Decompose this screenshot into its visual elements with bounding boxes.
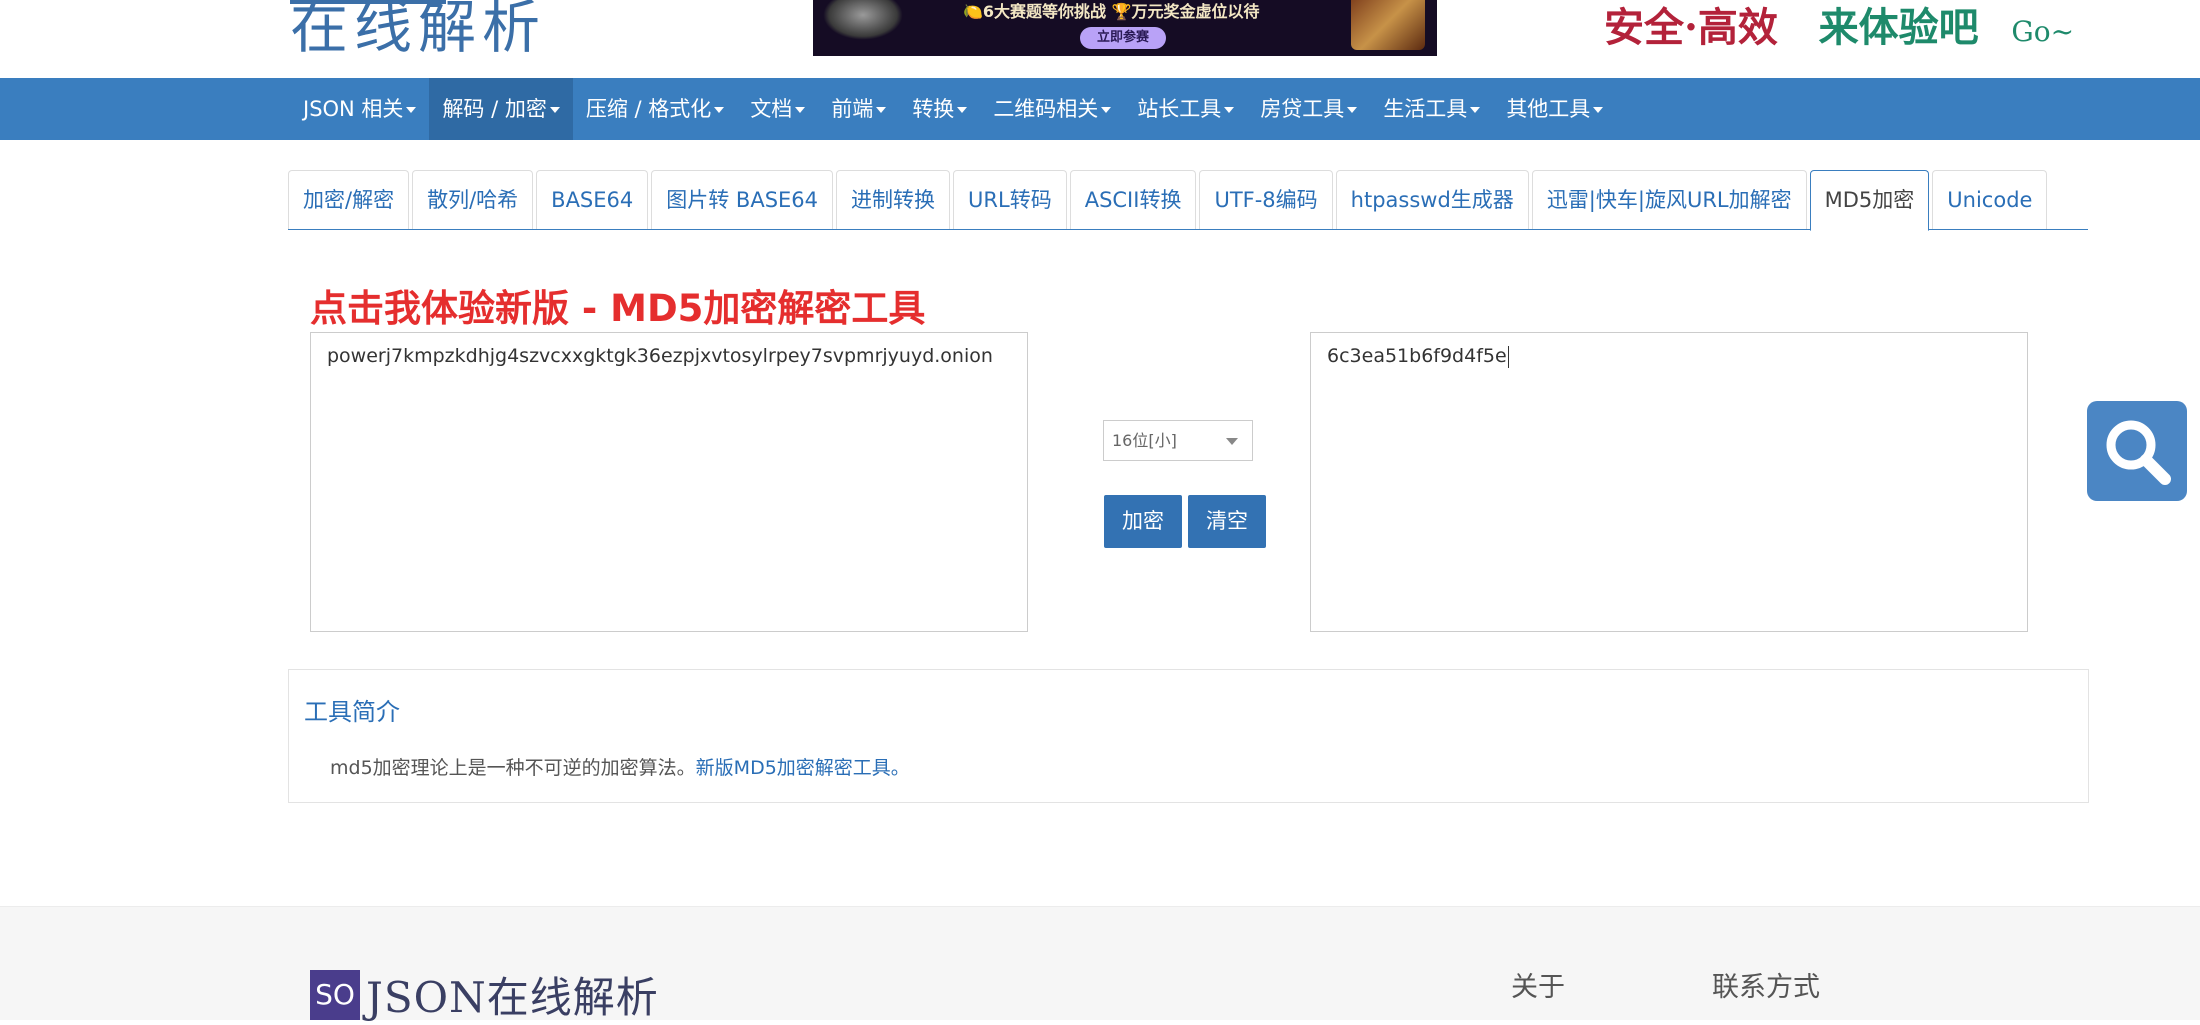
search-icon xyxy=(2106,420,2171,485)
nav-item-qrcode[interactable]: 二维码相关 xyxy=(980,78,1124,140)
input-textarea[interactable]: powerj7kmpzkdhjg4szvcxxgktgk36ezpjxvtosy… xyxy=(310,332,1028,632)
intro-title: 工具简介 xyxy=(304,698,400,726)
caret-down-icon xyxy=(549,107,560,113)
input-value: powerj7kmpzkdhjg4szvcxxgktgk36ezpjxvtosy… xyxy=(327,345,993,367)
tab-htpasswd[interactable]: htpasswd生成器 xyxy=(1335,170,1529,229)
nav-item-life[interactable]: 生活工具 xyxy=(1370,78,1493,140)
nav-item-frontend[interactable]: 前端 xyxy=(818,78,899,140)
nav-item-label: 二维码相关 xyxy=(993,97,1099,121)
nav-item-label: 其他工具 xyxy=(1506,97,1591,121)
footer-contact-heading: 联系方式 xyxy=(1712,972,1820,1003)
caret-down-icon xyxy=(876,107,887,113)
nav-item-label: 站长工具 xyxy=(1137,97,1222,121)
output-value-wrap: 6c3ea51b6f9d4f5e xyxy=(1327,345,1509,368)
tab-url-encode[interactable]: URL转码 xyxy=(953,170,1067,229)
caret-down-icon xyxy=(1470,107,1481,113)
banner-decoration-right xyxy=(1351,0,1425,50)
bit-length-select[interactable]: 16位[小] xyxy=(1103,420,1253,461)
nav-item-label: 房贷工具 xyxy=(1260,97,1345,121)
caret-down-icon xyxy=(714,107,725,113)
tool-tabs: 加密/解密 散列/哈希 BASE64 图片转 BASE64 进制转换 URL转码… xyxy=(288,170,2050,231)
tab-encrypt-decrypt[interactable]: 加密/解密 xyxy=(288,170,410,229)
site-logo[interactable]: 在线解析 xyxy=(290,0,546,60)
caret-down-icon xyxy=(1593,107,1604,113)
footer-logo-name: JSON在线解析 xyxy=(366,973,659,1022)
output-textarea[interactable]: 6c3ea51b6f9d4f5e xyxy=(1310,332,2028,632)
encrypt-button[interactable]: 加密 xyxy=(1104,495,1182,548)
new-version-promo-link[interactable]: 点击我体验新版 - MD5加密解密工具 xyxy=(310,278,925,332)
main-nav: JSON 相关 解码 / 加密 压缩 / 格式化 文档 前端 转换 二维码相关 … xyxy=(290,78,1616,140)
slogan-part-3: Go~ xyxy=(2011,15,2075,48)
nav-item-other[interactable]: 其他工具 xyxy=(1493,78,1616,140)
nav-item-label: 生活工具 xyxy=(1383,97,1468,121)
tab-ascii[interactable]: ASCII转换 xyxy=(1069,170,1197,229)
tab-md5[interactable]: MD5加密 xyxy=(1809,170,1930,231)
slogan-part-1: 安全·高效 xyxy=(1604,4,1778,51)
footer-logo-badge: SO xyxy=(310,969,360,1020)
caret-down-icon xyxy=(1224,107,1235,113)
caret-down-icon xyxy=(795,107,806,113)
tab-unicode[interactable]: Unicode xyxy=(1932,170,2048,229)
tab-utf8[interactable]: UTF-8编码 xyxy=(1199,170,1333,229)
bit-length-value: 16位[小] xyxy=(1112,431,1177,450)
nav-item-label: 转换 xyxy=(912,97,955,121)
nav-item-decode-encrypt[interactable]: 解码 / 加密 xyxy=(429,78,573,140)
banner-join-button[interactable]: 立即参赛 xyxy=(1080,27,1166,49)
output-value: 6c3ea51b6f9d4f5e xyxy=(1327,345,1507,367)
caret-down-icon xyxy=(957,107,968,113)
footer-logo[interactable]: SO JSON在线解析 xyxy=(310,964,659,1025)
intro-text: md5加密理论上是一种不可逆的加密算法。 xyxy=(330,757,696,779)
tab-image-base64[interactable]: 图片转 BASE64 xyxy=(651,170,834,229)
caret-down-icon xyxy=(1101,107,1112,113)
banner-text: 🍋6大赛题等你挑战 🏆万元奖金虚位以待 xyxy=(963,2,1260,21)
tab-base64[interactable]: BASE64 xyxy=(536,170,649,229)
ad-banner[interactable]: 🍋6大赛题等你挑战 🏆万元奖金虚位以待 立即参赛 xyxy=(813,0,1437,56)
caret-down-icon xyxy=(406,107,417,113)
nav-item-json[interactable]: JSON 相关 xyxy=(290,78,429,140)
intro-text-line: md5加密理论上是一种不可逆的加密算法。新版MD5加密解密工具。 xyxy=(330,753,910,780)
nav-item-label: 文档 xyxy=(750,97,793,121)
nav-item-mortgage[interactable]: 房贷工具 xyxy=(1247,78,1370,140)
tab-hash[interactable]: 散列/哈希 xyxy=(412,170,534,229)
intro-panel xyxy=(288,669,2089,803)
floating-search-button[interactable] xyxy=(2087,401,2187,501)
nav-item-label: 前端 xyxy=(831,97,874,121)
nav-item-label: 解码 / 加密 xyxy=(442,97,547,121)
nav-item-docs[interactable]: 文档 xyxy=(737,78,818,140)
nav-item-compress-format[interactable]: 压缩 / 格式化 xyxy=(573,78,737,140)
caret-down-icon xyxy=(1347,107,1358,113)
tab-thunder-url[interactable]: 迅雷|快车|旋风URL加解密 xyxy=(1531,170,1807,229)
nav-item-label: JSON 相关 xyxy=(303,97,404,121)
footer-about-heading: 关于 xyxy=(1511,972,1565,1003)
header-slogan: 安全·高效 来体验吧 Go~ xyxy=(1604,0,2074,56)
banner-decoration-left xyxy=(823,0,903,40)
text-cursor xyxy=(1507,345,1509,368)
nav-item-convert[interactable]: 转换 xyxy=(899,78,980,140)
clear-button[interactable]: 清空 xyxy=(1188,495,1266,548)
nav-item-label: 压缩 / 格式化 xyxy=(585,97,712,121)
nav-item-webmaster[interactable]: 站长工具 xyxy=(1124,78,1247,140)
tab-radix[interactable]: 进制转换 xyxy=(836,170,951,229)
dropdown-arrow-icon xyxy=(1226,438,1238,445)
intro-new-version-link[interactable]: 新版MD5加密解密工具。 xyxy=(696,757,910,779)
slogan-part-2: 来体验吧 xyxy=(1818,4,1979,51)
